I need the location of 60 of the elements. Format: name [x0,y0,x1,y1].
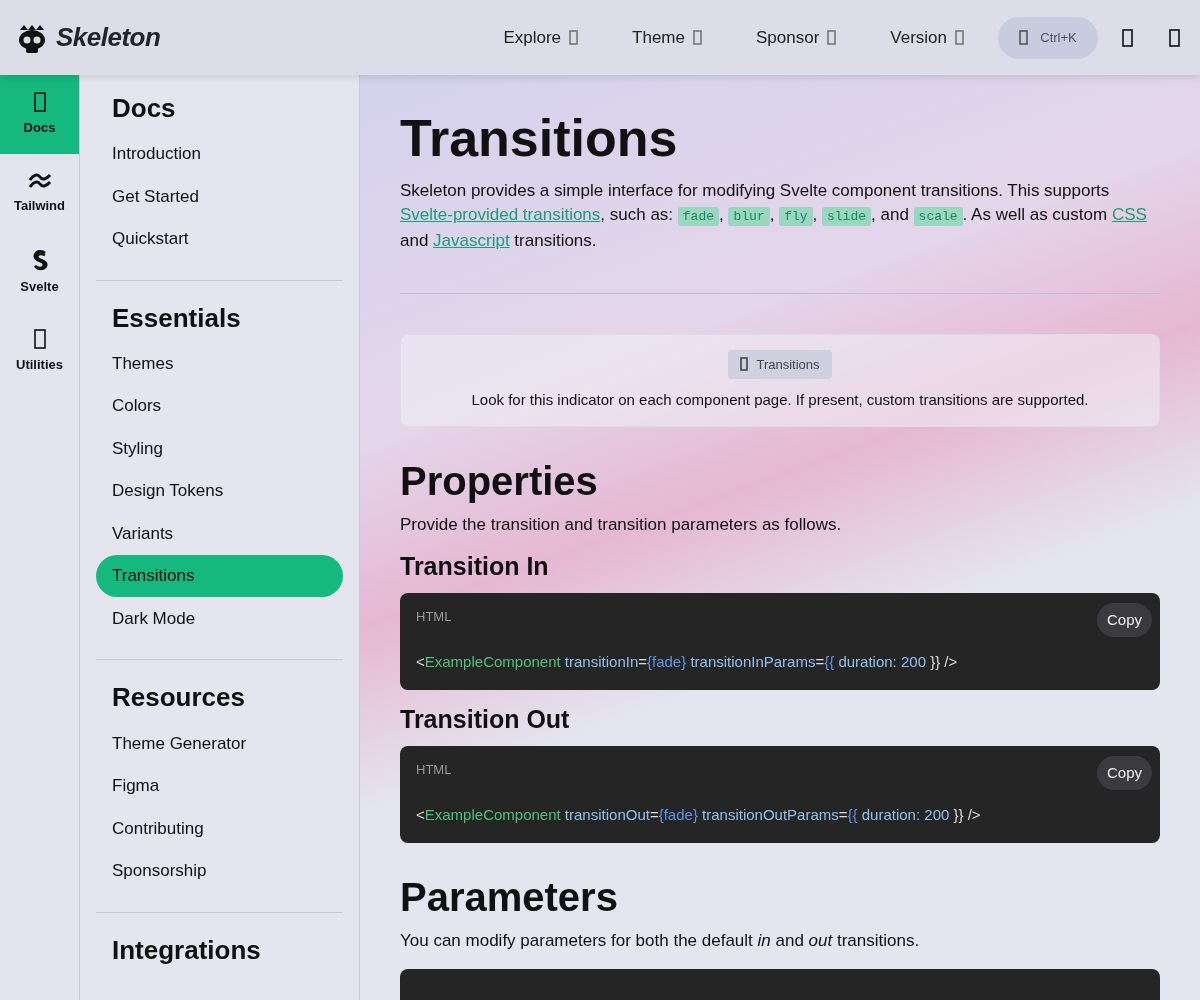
missing-glyph-icon [33,91,46,112]
language-label: HTML [416,760,452,779]
sidebar-link[interactable]: Transitions [96,555,343,597]
nav-menu-button[interactable]: Theme [624,18,710,57]
inline-code: blur [728,206,770,226]
logo-link[interactable]: Skeleton [16,18,161,57]
section-heading: Docs [111,92,177,125]
rail-tab[interactable]: Utilities [0,312,79,391]
inline-code: fly [779,206,813,226]
missing-glyph-icon [827,30,837,45]
sidebar-link[interactable]: Dark Mode [96,597,343,640]
section-heading: Integrations [111,933,262,967]
rail-tab[interactable]: Docs [0,75,79,154]
section-heading: Resources [111,681,246,715]
missing-glyph-icon [740,357,749,372]
nav-menu-button[interactable]: Sponsor [747,18,845,57]
missing-glyph-icon [1019,30,1029,45]
sidebar-link[interactable]: Get Started [96,175,343,218]
section-heading: Parameters [400,873,619,921]
missing-glyph-icon [33,328,46,349]
code-line: <ExampleComponent transitionIn={fade} transitionInParams={{ duration: 200 }} /> [416,652,959,673]
note-text: Look for this indicator on each component page. If present, custom transitions are supported. [470,390,1090,411]
code-line: <ExampleComponent transitionOut={fade} transitionOutParams={{ duration: 200 }} /> [416,805,982,826]
wave-logo-icon [27,171,52,190]
subsection-heading: Transition In [400,550,550,581]
sidebar-link[interactable]: Design Tokens [96,470,343,512]
section-heading: Properties [400,457,599,505]
nav-menu-button[interactable]: Version [882,18,972,57]
sidebar-link[interactable]: Styling [96,427,343,470]
body-text: Skeleton provides a simple interface for modifying Svelte component transitions. This supports Svelte-provided transitions, such as: fade , blur , fly , slide , and scale . As well as custom CSS and Javascript transitions. [400,179,1148,252]
inline-code: slide [822,206,872,226]
sidebar-link[interactable]: Theme Generator [96,722,343,765]
rail-tab[interactable]: Svelte [0,233,79,312]
nav-menu-button[interactable]: Explore [495,18,587,57]
search-button[interactable]: Ctrl+K [998,16,1098,59]
rail-tab[interactable]: Tailwind [0,154,79,233]
sidebar-link[interactable]: Quickstart [96,218,343,260]
sidebar-link[interactable]: Introduction [96,133,343,175]
body-text: Provide the transition and transition parameters as follows. [400,513,843,536]
language-label: HTML [416,607,452,626]
sidebar-link[interactable]: Colors [96,385,343,427]
missing-glyph-icon[interactable] [1169,29,1180,48]
sidebar-link[interactable]: Contributing [96,807,343,850]
sidebar-link[interactable]: Variants [96,512,343,555]
missing-glyph-icon [692,30,702,45]
inline-code: fade [677,206,720,226]
subsection-heading: Transition Out [400,703,571,734]
transitions-badge: Transitions [728,349,832,380]
missing-glyph-icon[interactable] [1122,29,1133,48]
missing-glyph-icon [955,30,964,45]
sidebar-link[interactable]: Figma [96,765,343,807]
sidebar-link[interactable]: Themes [96,342,343,385]
body-text: You can modify parameters for both the default in and out transitions. [400,929,921,952]
inline-code: scale [913,206,963,226]
section-heading: Essentials [111,301,242,335]
copy-button[interactable]: Copy [1096,602,1152,638]
page-title: Transitions [400,108,679,169]
missing-glyph-icon [569,30,579,45]
copy-button[interactable]: Copy [1096,755,1152,791]
sidebar-link[interactable]: Sponsorship [96,850,343,892]
